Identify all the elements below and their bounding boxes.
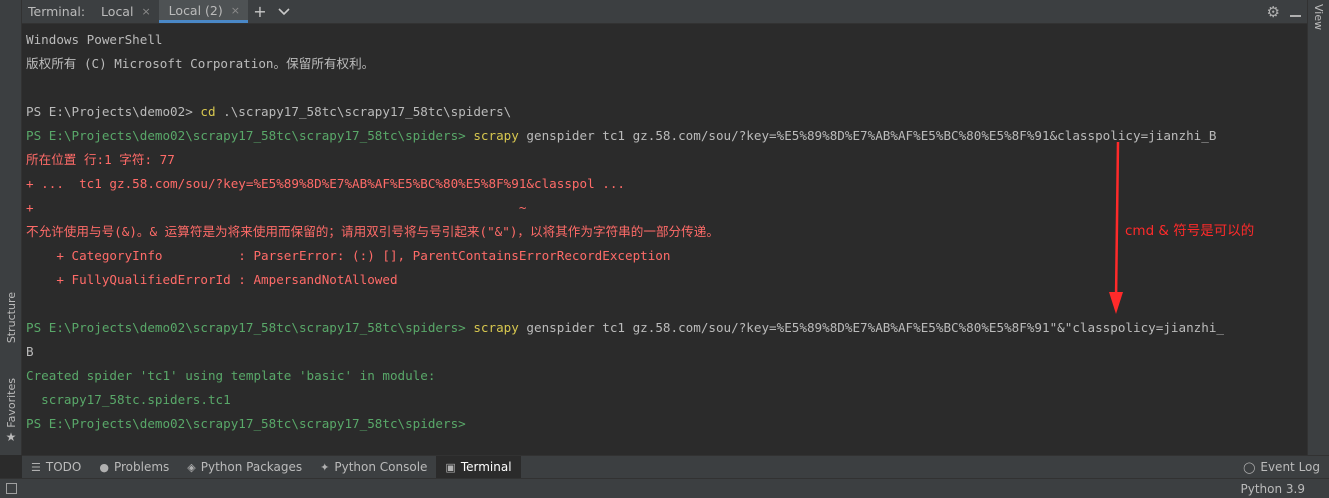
terminal-line: scrapy17_58tc.spiders.tc1	[26, 388, 1307, 412]
problems-tab-label: Problems	[113, 460, 170, 474]
terminal-text: .\scrapy17_58tc\scrapy17_58tc\spiders\	[215, 104, 512, 119]
tab-local-label: Local	[101, 4, 134, 19]
todo-tab-label: TODO	[45, 460, 82, 474]
gear-icon[interactable]: ⚙	[1267, 3, 1280, 21]
close-icon[interactable]: ×	[231, 4, 240, 17]
terminal-text: 所在位置 行:1 字符: 77	[26, 152, 175, 167]
tool-windows-toggle[interactable]	[0, 483, 22, 494]
terminal-line: Windows PowerShell	[26, 28, 1307, 52]
add-tab-icon[interactable]: +	[248, 0, 272, 23]
terminal-tab[interactable]: ▣ Terminal	[436, 456, 521, 478]
annotation-text: cmd & 符号是可以的	[1125, 223, 1255, 239]
terminal-line: Created spider 'tc1' using template 'bas…	[26, 364, 1307, 388]
event-log-tab-label: Event Log	[1260, 460, 1320, 474]
terminal-icon: ▣	[445, 460, 456, 474]
terminal-text: scrapy	[473, 320, 519, 335]
terminal-text: + ~	[26, 200, 527, 215]
terminal-text: Windows PowerShell	[26, 32, 163, 47]
packages-icon: ◈	[187, 460, 196, 474]
terminal-text: B	[26, 344, 34, 359]
list-icon: ☰	[31, 460, 41, 474]
terminal-text: cd	[200, 104, 216, 119]
right-tool-strip: View	[1307, 0, 1329, 455]
tool-window-title: Terminal:	[28, 4, 86, 19]
terminal-text: genspider tc1 gz.58.com/sou/?key=%E5%89%…	[518, 320, 1224, 335]
terminal-text: scrapy	[473, 128, 519, 143]
bottom-tool-bar: ☰ TODO ● Problems ◈ Python Packages ✦ Py…	[22, 455, 1329, 478]
python-console-tab[interactable]: ✦ Python Console	[311, 456, 436, 478]
terminal-line: B	[26, 340, 1307, 364]
tab-local-2[interactable]: Local (2) ×	[158, 0, 248, 23]
terminal-text: PS E:\Projects\demo02\scrapy17_58tc\scra…	[26, 128, 474, 143]
tab-local[interactable]: Local ×	[91, 0, 159, 23]
python-console-tab-label: Python Console	[334, 460, 428, 474]
terminal-line: 版权所有 (C) Microsoft Corporation。保留所有权利。	[26, 52, 1307, 76]
terminal-text: + CategoryInfo : ParserError: (:) [], Pa…	[26, 248, 671, 263]
python-interpreter[interactable]: Python 3.9	[1241, 482, 1329, 496]
left-tool-strip: Structure Favorites ★	[0, 0, 22, 455]
terminal-text: + ... tc1 gz.58.com/sou/?key=%E5%89%8D%E…	[26, 176, 625, 191]
terminal-text: PS E:\Projects\demo02\scrapy17_58tc\scra…	[26, 320, 474, 335]
terminal-text: PS E:\Projects\demo02>	[26, 104, 201, 119]
terminal-header: Terminal: Local × Local (2) × + ⚙	[22, 0, 1307, 24]
problems-icon: ●	[99, 460, 109, 474]
view-tab[interactable]: View	[1312, 4, 1325, 30]
python-packages-tab[interactable]: ◈ Python Packages	[178, 456, 311, 478]
close-icon[interactable]: ×	[141, 5, 150, 18]
event-log-icon: ◯	[1243, 460, 1256, 474]
structure-tab[interactable]: Structure	[2, 290, 20, 346]
favorites-tab-label: Favorites	[4, 377, 18, 428]
star-icon: ★	[5, 430, 17, 445]
terminal-text: scrapy17_58tc.spiders.tc1	[26, 392, 231, 407]
tab-local-2-label: Local (2)	[168, 2, 223, 18]
python-console-icon: ✦	[320, 460, 330, 474]
terminal-text: Created spider 'tc1' using template 'bas…	[26, 368, 436, 383]
minimize-icon[interactable]	[1290, 3, 1301, 21]
terminal-tab-label: Terminal	[460, 460, 512, 474]
terminal-line: PS E:\Projects\demo02\scrapy17_58tc\scra…	[26, 412, 1307, 436]
terminal-text: 不允许使用与号(&)。& 运算符是为将来使用而保留的；请用双引号将与号引起来("…	[26, 224, 719, 239]
terminal-text: + FullyQualifiedErrorId : AmpersandNotAl…	[26, 272, 398, 287]
todo-tab[interactable]: ☰ TODO	[22, 456, 90, 478]
terminal-line: PS E:\Projects\demo02> cd .\scrapy17_58t…	[26, 100, 1307, 124]
terminal-text: 版权所有 (C) Microsoft Corporation。保留所有权利。	[26, 56, 375, 71]
status-bar: Python 3.9	[0, 478, 1329, 498]
favorites-tab[interactable]: Favorites ★	[2, 375, 20, 447]
problems-tab[interactable]: ● Problems	[90, 456, 178, 478]
event-log-tab[interactable]: ◯ Event Log	[1234, 456, 1329, 478]
chevron-down-icon[interactable]	[272, 0, 296, 23]
square-icon	[5, 483, 17, 494]
python-packages-tab-label: Python Packages	[200, 460, 303, 474]
terminal-text: PS E:\Projects\demo02\scrapy17_58tc\scra…	[26, 416, 474, 431]
structure-tab-label: Structure	[4, 292, 18, 344]
